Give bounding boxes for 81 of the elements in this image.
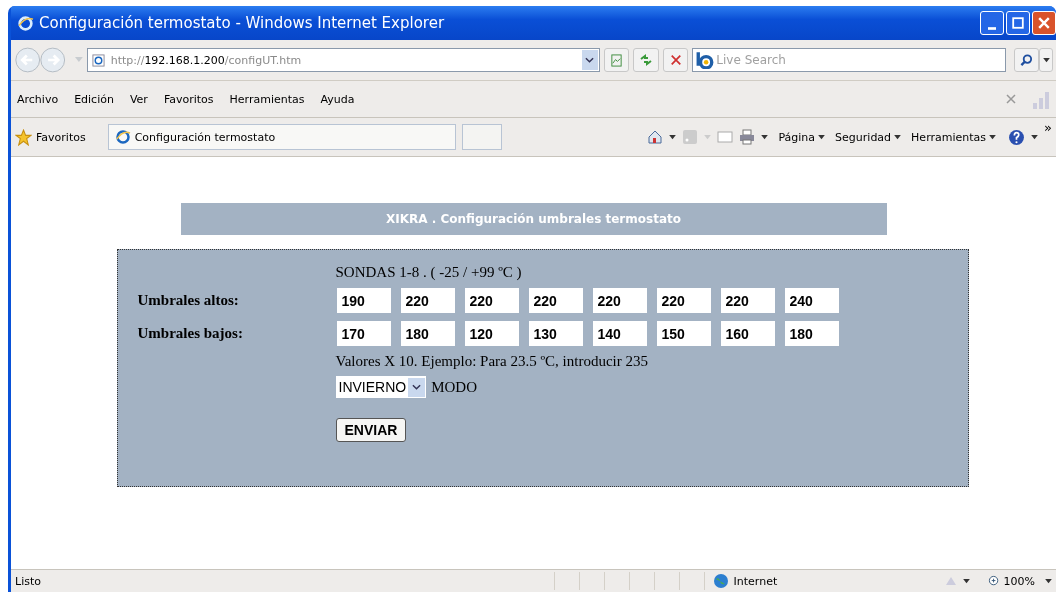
caret-icon [894, 134, 902, 140]
chevron-down-icon [412, 384, 422, 390]
menu-item[interactable]: Ver [129, 92, 148, 106]
page-icon [91, 53, 105, 67]
security-zone-indicator: Internet [703, 572, 939, 590]
help-icon[interactable] [1008, 128, 1026, 146]
row-label: Umbrales altos: [137, 292, 240, 309]
stop-button[interactable] [662, 48, 689, 72]
hint-text: Valores X 10. Ejemplo: Para 23.5 ºC, introducir 235 [335, 353, 650, 370]
browser-tab[interactable]: Configuración termostato [107, 124, 456, 150]
refresh-button[interactable] [633, 48, 659, 72]
threshold-input[interactable]: 240 [783, 287, 840, 314]
menu-item[interactable]: Favoritos [163, 92, 214, 106]
threshold-input[interactable]: 180 [783, 320, 840, 347]
threshold-input[interactable]: 180 [399, 320, 456, 347]
refresh-icon [639, 53, 654, 67]
caret-icon [818, 134, 826, 140]
threshold-input[interactable]: 220 [655, 287, 712, 314]
caret-icon[interactable] [1045, 578, 1052, 584]
caret-icon[interactable] [669, 134, 677, 140]
print-icon[interactable] [739, 129, 756, 145]
close-icon [1038, 17, 1050, 29]
caret-icon [989, 134, 997, 140]
search-options-button[interactable] [1039, 48, 1053, 72]
zoom-level-button[interactable]: 100% [987, 574, 1035, 588]
address-dropdown-button[interactable] [581, 50, 598, 70]
maximize-button[interactable] [1006, 11, 1030, 35]
threshold-input[interactable]: 220 [463, 287, 520, 314]
threshold-input[interactable]: 220 [591, 287, 648, 314]
command-menu-button[interactable]: Herramientas [911, 130, 997, 144]
menu-item[interactable]: Ayuda [320, 92, 355, 106]
signal-bars-icon [1032, 89, 1052, 109]
threshold-input[interactable]: 220 [399, 287, 456, 314]
search-field[interactable]: Live Search [692, 48, 1006, 72]
zoom-icon [987, 574, 1001, 588]
caret-icon[interactable] [761, 134, 769, 140]
picture-icon [610, 53, 624, 67]
home-icon[interactable] [647, 129, 664, 145]
status-text: Listo [15, 574, 41, 588]
toolbar-overflow-button[interactable]: » [1044, 120, 1052, 135]
minimize-button[interactable] [980, 11, 1004, 35]
globe-icon [712, 573, 729, 589]
menu-item[interactable]: Archivo [17, 92, 59, 106]
menu-item[interactable]: Herramientas [229, 92, 305, 106]
browser-logo-icon [17, 14, 34, 32]
threshold-input[interactable]: 150 [655, 320, 712, 347]
maximize-icon [1012, 17, 1024, 29]
threshold-input[interactable]: 160 [719, 320, 776, 347]
command-menu-button[interactable]: Seguridad [835, 130, 902, 144]
threshold-input[interactable]: 170 [335, 320, 392, 347]
browser-logo-icon [114, 129, 131, 145]
mode-label: MODO [431, 378, 478, 396]
mode-select[interactable]: INVIERNO [335, 376, 427, 398]
address-field[interactable]: http://192.168.1.200/configUT.htm [86, 48, 600, 72]
url-text: http://192.168.1.200/configUT.htm [110, 53, 303, 67]
star-icon [15, 128, 32, 146]
threshold-input[interactable]: 220 [527, 287, 584, 314]
page-header: XIKRA . Configuración umbrales termostato [180, 203, 887, 235]
command-menu-button[interactable]: Página [778, 130, 826, 144]
probes-label: SONDAS 1-8 . ( -25 / +99 ºC ) [335, 264, 523, 281]
row-label: Umbrales bajos: [137, 325, 244, 342]
close-button[interactable] [1032, 11, 1056, 35]
favorites-button[interactable]: Favoritos [15, 128, 86, 146]
close-icon[interactable] [1006, 94, 1016, 104]
search-icon [1020, 53, 1033, 67]
search-provider-icon [696, 51, 715, 69]
threshold-input[interactable]: 120 [463, 320, 520, 347]
caret-icon[interactable] [1031, 134, 1039, 140]
minimize-icon [988, 26, 996, 30]
submit-button[interactable]: ENVIAR [335, 418, 407, 442]
caret-icon [1042, 57, 1050, 63]
threshold-input[interactable]: 130 [527, 320, 584, 347]
window-title: Configuración termostato - Windows Internet Explorer [39, 14, 446, 32]
threshold-input[interactable]: 220 [719, 287, 776, 314]
x-icon [669, 54, 682, 66]
caret-icon[interactable] [962, 578, 970, 584]
threshold-input[interactable]: 140 [591, 320, 648, 347]
search-button[interactable] [1013, 48, 1040, 72]
chevron-down-icon [585, 57, 595, 63]
threshold-input[interactable]: 190 [335, 287, 392, 314]
menu-item[interactable]: Edición [74, 92, 114, 106]
